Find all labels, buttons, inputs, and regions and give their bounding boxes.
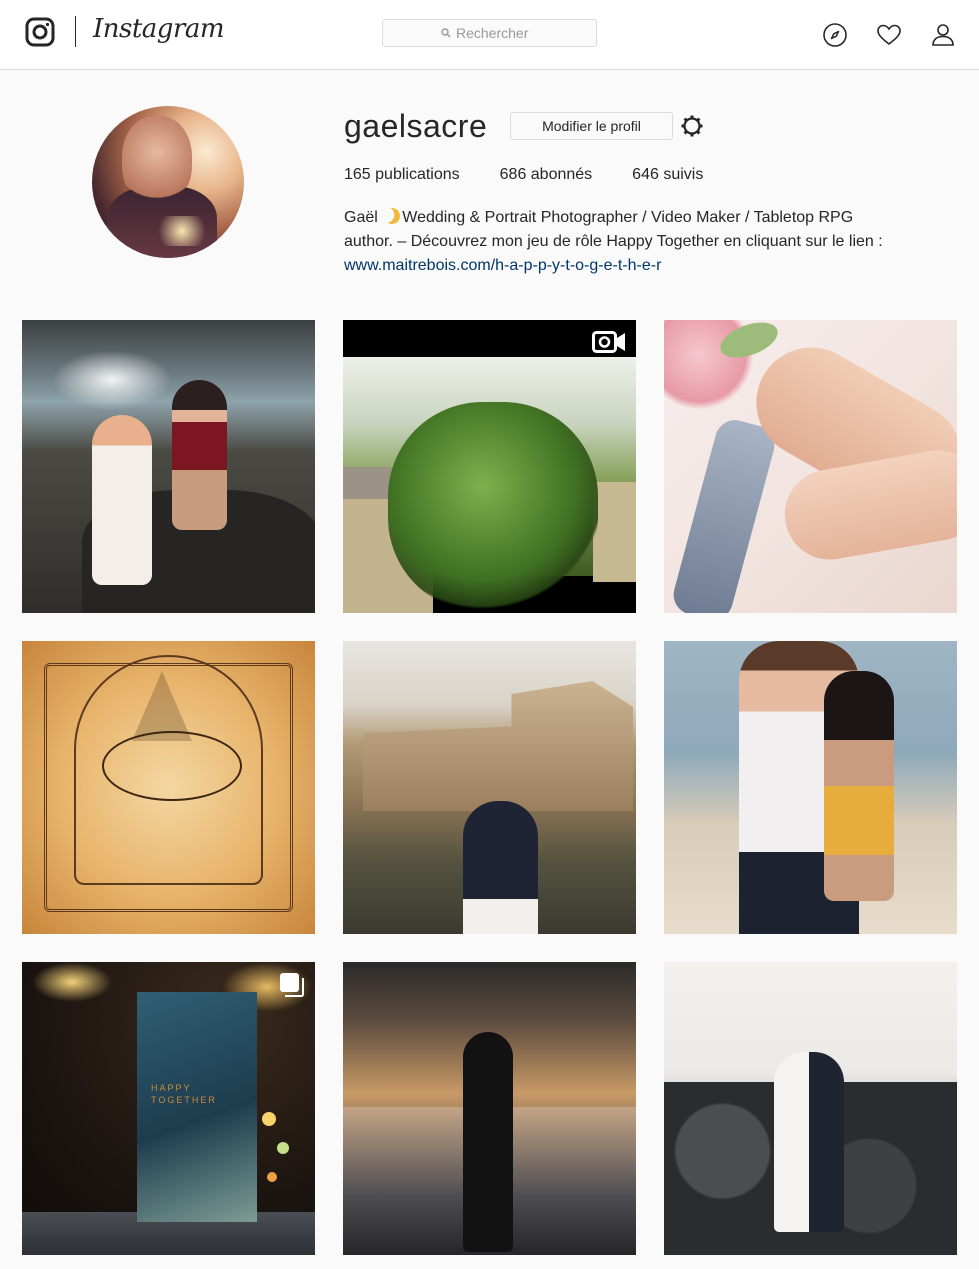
profile-bio: Gaël Wedding & Portrait Photographer / V… — [344, 206, 954, 278]
post-tile[interactable] — [22, 641, 315, 934]
publications-count: 165 publications — [344, 166, 460, 183]
search-input[interactable] — [456, 25, 538, 41]
search-icon — [441, 28, 451, 38]
post-tile[interactable] — [343, 962, 636, 1255]
carousel-icon — [280, 973, 304, 997]
post-tile[interactable] — [343, 320, 636, 613]
post-tile[interactable] — [664, 641, 957, 934]
gear-icon[interactable] — [680, 114, 704, 138]
profile-username: gaelsacre — [344, 108, 488, 144]
heart-icon[interactable] — [876, 22, 902, 48]
bio-name: Gaël — [344, 209, 378, 226]
profile-person-icon[interactable] — [930, 22, 956, 48]
following-count[interactable]: 646 suivis — [632, 166, 703, 184]
post-tile[interactable] — [343, 641, 636, 934]
post-tile[interactable] — [664, 962, 957, 1255]
camera-logo-icon[interactable] — [25, 17, 55, 47]
profile-avatar[interactable] — [92, 106, 244, 258]
video-icon — [592, 331, 625, 353]
book-cover: HAPPY TOGETHER — [137, 992, 257, 1222]
post-tile[interactable]: HAPPY TOGETHER — [22, 962, 315, 1255]
edit-profile-button[interactable]: Modifier le profil — [510, 112, 673, 140]
search-box[interactable] — [382, 19, 597, 47]
post-tile[interactable] — [664, 320, 957, 613]
profile-stats: 165 publications 686 abonnés 646 suivis — [344, 166, 743, 184]
avatar-art-face — [122, 116, 192, 206]
book-title: HAPPY TOGETHER — [151, 1083, 217, 1105]
post-tile[interactable] — [22, 320, 315, 613]
bio-line-2: author. – Découvrez mon jeu de rôle Happ… — [344, 233, 883, 250]
bio-line-1: Wedding & Portrait Photographer / Video … — [402, 209, 854, 226]
bio-link[interactable]: www.maitrebois.com/h-a-p-p-y-t-o-g-e-t-h… — [344, 257, 661, 274]
avatar-art-sparkle — [152, 216, 212, 246]
followers-count[interactable]: 686 abonnés — [500, 166, 593, 184]
crescent-moon-icon — [382, 206, 403, 227]
instagram-wordmark[interactable]: Instagram — [93, 14, 225, 44]
top-navigation-bar: Instagram — [0, 0, 979, 70]
explore-compass-icon[interactable] — [822, 22, 848, 48]
logo-separator — [75, 16, 76, 47]
